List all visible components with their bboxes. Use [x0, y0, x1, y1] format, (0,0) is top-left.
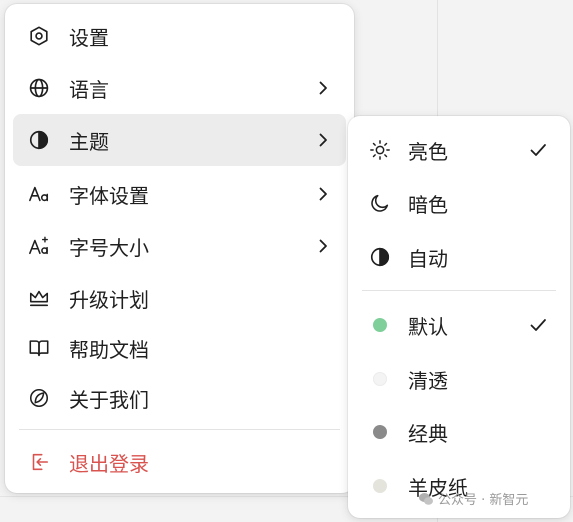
watermark: 公众号 · 新智元 — [418, 489, 528, 508]
theme-option-auto[interactable]: 自动 — [356, 231, 562, 283]
palette-option-label: 清透 — [408, 368, 448, 393]
half-circle-contrast-icon — [368, 245, 392, 269]
chevron-right-icon — [314, 237, 332, 255]
theme-option-label: 自动 — [408, 246, 448, 271]
menu-item-settings[interactable]: 设置 — [13, 10, 346, 62]
menu-item-label: 语言 — [69, 77, 109, 102]
font-aa-icon — [27, 182, 51, 206]
palette-option-label: 经典 — [408, 421, 448, 446]
menu-item-label: 字体设置 — [69, 183, 149, 208]
crown-icon — [27, 286, 51, 310]
open-book-icon — [27, 336, 51, 360]
wechat-icon — [419, 492, 433, 505]
menu-item-font-settings[interactable]: 字体设置 — [13, 168, 346, 220]
chevron-right-icon — [314, 185, 332, 203]
palette-option-classic[interactable]: 经典 — [356, 406, 562, 458]
theme-option-dark[interactable]: 暗色 — [356, 177, 562, 229]
watermark-text: 公众号 · 新智元 — [438, 493, 529, 508]
menu-item-language[interactable]: 语言 — [13, 62, 346, 114]
chevron-right-icon — [314, 131, 332, 149]
half-circle-contrast-icon — [27, 128, 51, 152]
logout-icon — [27, 450, 51, 474]
chevron-right-icon — [314, 79, 332, 97]
menu-item-about-us[interactable]: 关于我们 — [13, 372, 346, 424]
menu-divider — [19, 429, 340, 430]
menu-item-upgrade-plan[interactable]: 升级计划 — [13, 272, 346, 324]
menu-item-label: 升级计划 — [69, 287, 149, 312]
submenu-divider — [362, 290, 556, 291]
checkmark-icon — [528, 315, 548, 335]
sun-icon — [368, 138, 392, 162]
menu-item-label: 设置 — [69, 25, 109, 50]
menu-item-help-docs[interactable]: 帮助文档 — [13, 322, 346, 374]
theme-option-light[interactable]: 亮色 — [356, 124, 562, 176]
theme-option-label: 暗色 — [408, 192, 448, 217]
settings-hexagon-icon — [27, 24, 51, 48]
palette-swatch-clear — [373, 372, 387, 386]
theme-option-label: 亮色 — [408, 139, 448, 164]
menu-item-label: 关于我们 — [69, 387, 149, 412]
palette-swatch-default — [373, 318, 387, 332]
leaf-circle-icon — [27, 386, 51, 410]
theme-submenu: 亮色 暗色 自动 默认 清透 经典 羊皮纸 — [348, 116, 570, 518]
menu-item-font-size[interactable]: 字号大小 — [13, 220, 346, 272]
menu-item-theme[interactable]: 主题 — [13, 114, 346, 166]
menu-item-label: 退出登录 — [69, 451, 149, 476]
menu-item-label: 帮助文档 — [69, 337, 149, 362]
menu-item-label: 主题 — [69, 129, 109, 154]
palette-option-label: 默认 — [408, 314, 448, 339]
moon-icon — [368, 191, 392, 215]
menu-item-logout[interactable]: 退出登录 — [13, 436, 346, 488]
globe-icon — [27, 76, 51, 100]
palette-swatch-parchment — [373, 479, 387, 493]
palette-option-default[interactable]: 默认 — [356, 299, 562, 351]
font-size-sparkle-icon — [27, 234, 51, 258]
palette-swatch-classic — [373, 425, 387, 439]
menu-item-label: 字号大小 — [69, 235, 149, 260]
palette-option-clear[interactable]: 清透 — [356, 353, 562, 405]
main-menu: 设置 语言 主题 字体设置 字号大小 升级计划 帮助文档 关于我们 退出登录 — [5, 4, 354, 493]
checkmark-icon — [528, 140, 548, 160]
